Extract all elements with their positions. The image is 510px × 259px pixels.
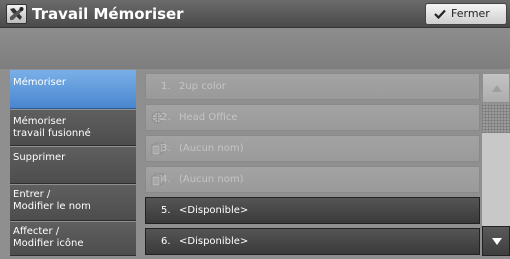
left-nav: Mémoriser Mémoriser travail fusionné Sup… <box>10 70 136 256</box>
nav-entrer-modifier-nom[interactable]: Entrer / Modifier le nom <box>10 185 136 221</box>
tools-icon <box>6 4 27 24</box>
nav-memoriser[interactable]: Mémoriser <box>10 70 136 109</box>
list-item: 2. Head Office <box>145 104 480 131</box>
nav-affecter-modifier-icone[interactable]: Affecter / Modifier icône <box>10 222 136 256</box>
close-button[interactable]: Fermer <box>425 3 507 25</box>
item-name: <Disponible> <box>179 236 249 247</box>
scroll-thumb[interactable] <box>482 103 510 133</box>
nav-label: Supprimer <box>13 152 66 163</box>
title-bar: Travail Mémoriser Fermer <box>0 0 510 28</box>
triangle-down-icon <box>492 238 502 245</box>
item-number: 3. <box>161 143 171 154</box>
nav-label-line2: Modifier icône <box>13 238 84 249</box>
item-name: <Disponible> <box>179 205 249 216</box>
triangle-up-icon <box>492 85 502 92</box>
header-spacer <box>0 28 510 69</box>
list-item[interactable]: 6. <Disponible> <box>145 228 480 255</box>
window-title: Travail Mémoriser <box>32 5 184 23</box>
item-number: 5. <box>161 205 171 216</box>
item-number: 4. <box>161 174 171 185</box>
list-item[interactable]: 5. <Disponible> <box>145 197 480 224</box>
nav-label-line2: travail fusionné <box>13 128 91 139</box>
list-item: 3. (Aucun nom) <box>145 135 480 162</box>
scrollbar[interactable] <box>482 73 510 256</box>
nav-label-line1: Entrer / <box>13 189 51 200</box>
checkmark-icon <box>434 9 446 19</box>
scroll-down-button[interactable] <box>482 226 510 256</box>
item-name: (Aucun nom) <box>179 174 244 185</box>
nav-label: Mémoriser <box>13 77 67 88</box>
nav-label-line2: Modifier le nom <box>13 201 91 212</box>
scroll-up-button[interactable] <box>482 73 510 103</box>
nav-memoriser-travail-fusionne[interactable]: Mémoriser travail fusionné <box>10 110 136 146</box>
item-name: Head Office <box>179 112 238 123</box>
item-number: 2. <box>161 112 171 123</box>
nav-label-line1: Mémoriser <box>13 116 67 127</box>
job-list: 1. 2up color 2. Head Office 3. (Aucun no… <box>145 73 480 256</box>
close-button-label: Fermer <box>451 7 490 20</box>
item-name: (Aucun nom) <box>179 143 244 154</box>
nav-label-line1: Affecter / <box>13 226 60 237</box>
item-name: 2up color <box>179 81 226 92</box>
list-item: 1. 2up color <box>145 73 480 100</box>
item-number: 1. <box>161 81 171 92</box>
list-item: 4. (Aucun nom) <box>145 166 480 193</box>
scroll-track[interactable] <box>482 133 510 226</box>
nav-supprimer[interactable]: Supprimer <box>10 147 136 184</box>
item-number: 6. <box>161 236 171 247</box>
